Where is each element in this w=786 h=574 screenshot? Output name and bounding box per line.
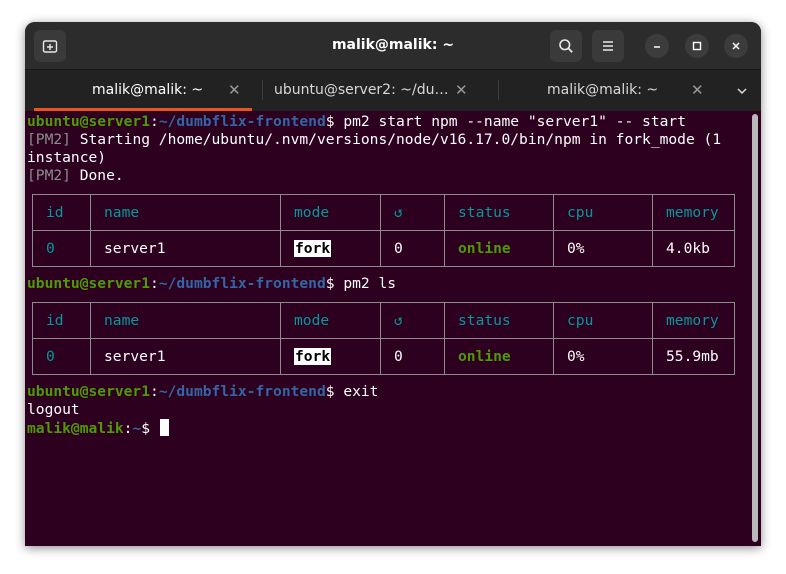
pm2-tag: [PM2] (27, 167, 71, 184)
tab-close-icon[interactable]: ✕ (691, 81, 704, 99)
tab-label: malik@malik: ~ (547, 82, 659, 98)
prompt-path: ~/dumbflix-frontend (158, 383, 326, 400)
prompt-dollar: $ (325, 383, 344, 400)
prompt-path: ~/dumbflix-frontend (158, 113, 326, 130)
cell-restarts: 0 (380, 338, 445, 375)
output-text: logout (27, 401, 80, 418)
prompt-user: malik@malik (27, 420, 124, 437)
tab-malik-2[interactable]: malik@malik: ~ ✕ (499, 70, 719, 111)
prompt-colon: : (150, 383, 159, 400)
header-id: id (32, 194, 91, 231)
output-text: Done. (70, 167, 124, 184)
header-memory: memory (652, 194, 735, 231)
cell-id: 0 (32, 338, 91, 375)
cell-mode: fork (280, 338, 381, 375)
cell-cpu: 0% (553, 230, 653, 267)
tab-label: malik@malik: ~ (92, 82, 204, 98)
header-mode: mode (280, 302, 381, 339)
scrollbar[interactable] (752, 114, 758, 542)
tab-malik-1[interactable]: malik@malik: ~ ✕ (34, 70, 252, 111)
terminal-line: logout (27, 401, 80, 419)
tabs-dropdown-button[interactable] (731, 80, 753, 102)
header-status: status (444, 194, 554, 231)
minimize-button[interactable] (645, 34, 669, 58)
output-text: instance) (27, 149, 107, 166)
prompt-dollar: $ (141, 420, 159, 437)
prompt-dollar: $ (325, 275, 344, 292)
cell-mode: fork (280, 230, 381, 267)
header-memory: memory (652, 302, 735, 339)
pm2-tag: [PM2] (27, 131, 71, 148)
header-restarts: ↺ (380, 194, 445, 231)
terminal-line: [PM2] Done. (27, 167, 124, 185)
cell-id: 0 (32, 230, 91, 267)
header-mode: mode (280, 194, 381, 231)
cell-name: server1 (90, 338, 281, 375)
table-row: 0 server1 fork 0 online 0% 4.0kb (32, 230, 735, 267)
terminal-line: ubuntu@server1:~/dumbflix-frontend$ pm2 … (27, 113, 686, 131)
mode-badge: fork (294, 240, 332, 257)
title-bar: malik@malik: ~ (25, 22, 761, 69)
header-status: status (444, 302, 554, 339)
tab-label: ubuntu@server2: ~/du… (274, 82, 449, 98)
minimize-icon (654, 46, 660, 48)
prompt-path: ~/dumbflix-frontend (158, 275, 326, 292)
command-text: pm2 start npm --name "server1" -- start (343, 113, 686, 130)
table-row: 0 server1 fork 0 online 0% 55.9mb (32, 338, 735, 375)
pm2-process-table: id name mode ↺ status cpu memory 0 serve… (32, 302, 735, 375)
tab-close-icon[interactable]: ✕ (455, 81, 468, 99)
terminal-line: instance) (27, 149, 106, 167)
terminal-line: malik@malik:~$ (27, 419, 169, 437)
cell-memory: 4.0kb (652, 230, 735, 267)
tab-server2[interactable]: ubuntu@server2: ~/du… ✕ (263, 70, 483, 111)
search-icon (559, 39, 573, 53)
command-text: pm2 ls (343, 275, 397, 292)
mode-badge: fork (294, 348, 332, 365)
prompt-path: ~ (132, 420, 142, 437)
prompt-user: ubuntu@server1 (27, 113, 151, 130)
table-header-row: id name mode ↺ status cpu memory (32, 194, 735, 231)
search-button[interactable] (550, 30, 582, 62)
output-text: Starting /home/ubuntu/.nvm/versions/node… (70, 131, 722, 148)
prompt-user: ubuntu@server1 (27, 275, 151, 292)
menu-button[interactable] (592, 30, 624, 62)
terminal-line: ubuntu@server1:~/dumbflix-frontend$ exit (27, 383, 378, 401)
close-icon (732, 42, 740, 50)
hamburger-menu-icon (603, 41, 613, 51)
prompt-dollar: $ (325, 113, 344, 130)
cell-status: online (444, 230, 554, 267)
header-cpu: cpu (553, 194, 653, 231)
prompt-user: ubuntu@server1 (27, 383, 151, 400)
maximize-button[interactable] (685, 34, 709, 58)
command-text: exit (343, 383, 379, 400)
close-button[interactable] (724, 34, 748, 58)
header-restarts: ↺ (380, 302, 445, 339)
table-header-row: id name mode ↺ status cpu memory (32, 302, 735, 339)
header-id: id (32, 302, 91, 339)
terminal-line: ubuntu@server1:~/dumbflix-frontend$ pm2 … (27, 275, 396, 293)
cell-restarts: 0 (380, 230, 445, 267)
pm2-process-table: id name mode ↺ status cpu memory 0 serve… (32, 194, 735, 267)
tab-close-icon[interactable]: ✕ (228, 81, 241, 99)
maximize-icon (692, 41, 702, 51)
chevron-down-icon (737, 88, 747, 95)
cell-cpu: 0% (553, 338, 653, 375)
cell-name: server1 (90, 230, 281, 267)
active-tab-indicator (34, 108, 252, 111)
terminal-window: malik@malik: ~ malik@malik: ~ ✕ ubuntu@s… (25, 22, 761, 546)
text-cursor (159, 419, 169, 436)
cell-memory: 55.9mb (652, 338, 735, 375)
cell-status: online (444, 338, 554, 375)
header-name: name (90, 302, 281, 339)
header-name: name (90, 194, 281, 231)
prompt-colon: : (150, 275, 159, 292)
tab-bar: malik@malik: ~ ✕ ubuntu@server2: ~/du… ✕… (25, 69, 761, 111)
prompt-colon: : (150, 113, 159, 130)
terminal-line: [PM2] Starting /home/ubuntu/.nvm/version… (27, 131, 721, 149)
header-cpu: cpu (553, 302, 653, 339)
